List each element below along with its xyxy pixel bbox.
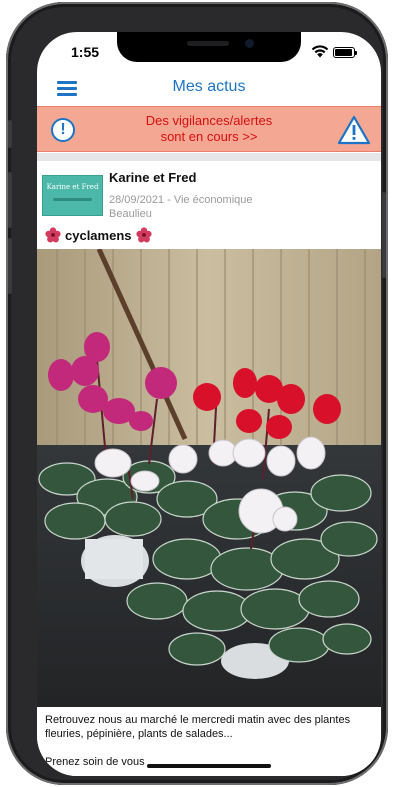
hibiscus-icon (135, 227, 152, 243)
post-location: Beaulieu (109, 208, 152, 220)
battery-icon (333, 47, 357, 58)
speaker (187, 41, 229, 46)
thumbnail-text: Karine et Fred (46, 183, 99, 191)
post-meta: 28/09/2021 - Vie économique Beaulieu (109, 193, 253, 221)
post-card[interactable]: Karine et Fred Karine et Fred 28/09/2021… (37, 161, 381, 776)
author-thumbnail: Karine et Fred (42, 175, 103, 216)
post-title-text: cyclamens (65, 227, 132, 243)
post-caption-more: Prenez soin de vous (45, 756, 145, 768)
post-title: cyclamens (45, 227, 152, 243)
alert-text-line1: Des vigilances/alertes (145, 113, 273, 128)
hibiscus-icon (45, 227, 61, 243)
separator (37, 153, 381, 161)
notch (117, 32, 301, 62)
wifi-icon (311, 45, 329, 58)
phone-frame: 1:55 Mes actus ! Des vigilances/alertes … (6, 2, 388, 785)
warning-icon (337, 115, 371, 145)
info-icon: ! (51, 118, 75, 142)
home-indicator[interactable] (147, 764, 271, 768)
volume-up-button (8, 172, 12, 228)
alert-banner[interactable]: ! Des vigilances/alertes sont en cours >… (37, 106, 381, 152)
author-name: Karine et Fred (109, 170, 197, 185)
screen: 1:55 Mes actus ! Des vigilances/alertes … (37, 32, 381, 776)
alert-text-line2: sont en cours >> (160, 129, 258, 144)
alert-text: Des vigilances/alertes sont en cours >> (101, 113, 317, 145)
mute-switch (8, 120, 12, 148)
status-time: 1:55 (71, 44, 100, 60)
post-caption: Retrouvez nous au marché le mercredi mat… (45, 714, 351, 740)
volume-down-button (8, 238, 12, 294)
navbar: Mes actus (37, 72, 381, 106)
front-camera (245, 39, 254, 48)
post-date-category: 28/09/2021 - Vie économique (109, 194, 253, 206)
page-title: Mes actus (172, 78, 246, 95)
post-photo[interactable] (37, 249, 381, 707)
thumbnail-decoration (53, 198, 92, 201)
power-button (382, 192, 386, 278)
